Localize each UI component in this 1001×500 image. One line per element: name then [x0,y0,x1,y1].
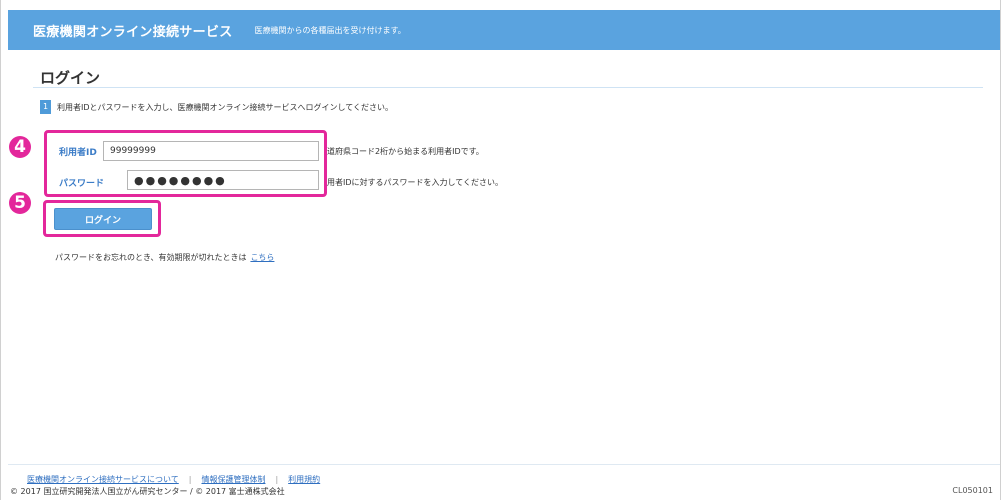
footer-link-terms[interactable]: 利用規約 [288,474,320,485]
app-header: 医療機関オンライン接続サービス 医療機関からの各種届出を受け付けます。 [8,10,1000,50]
step-text: 利用者IDとパスワードを入力し、医療機関オンライン接続サービスへログインしてくだ… [57,102,394,112]
footer-link-about[interactable]: 医療機関オンライン接続サービスについて [27,474,179,485]
forgot-password-text: パスワードをお忘れのとき、有効期限が切れたときは [55,253,247,262]
page-title: ログイン [40,69,101,87]
password-hint: 用者IDに対するパスワードを入力してください。 [327,178,504,187]
app-description: 医療機関からの各種届出を受け付けます。 [254,25,406,35]
step-number-badge: 1 [40,100,51,114]
screen-id: CL050101 [952,486,993,495]
forgot-password-row: パスワードをお忘れのとき、有効期限が切れたときは こちら [55,252,274,263]
footer-links: 医療機関オンライン接続サービスについて | 情報保護管理体制 | 利用規約 [27,474,320,485]
annotation-marker-4: 4 [9,136,31,158]
step-instruction: 1 利用者IDとパスワードを入力し、医療機関オンライン接続サービスへログインして… [40,100,393,114]
footer-link-privacy[interactable]: 情報保護管理体制 [201,474,265,485]
copyright: © 2017 国立研究開発法人国立がん研究センター / © 2017 富士通株式… [10,487,285,496]
footer-divider [8,464,1000,465]
user-id-input[interactable]: 99999999 [103,141,319,161]
password-label: パスワード [59,179,105,189]
user-id-hint: 道府県コード2桁から始まる利用者IDです。 [327,147,484,156]
page-frame [0,0,1001,500]
app-title: 医療機関オンライン接続サービス [33,24,233,40]
footer-separator: | [275,475,279,484]
title-divider [33,87,983,88]
annotation-marker-5: 5 [9,192,31,214]
login-button[interactable]: ログイン [54,208,152,230]
footer-separator: | [188,475,192,484]
password-input[interactable]: ●●●●●●●● [127,170,319,190]
forgot-password-link[interactable]: こちら [250,253,274,262]
user-id-label: 利用者ID [59,148,97,158]
